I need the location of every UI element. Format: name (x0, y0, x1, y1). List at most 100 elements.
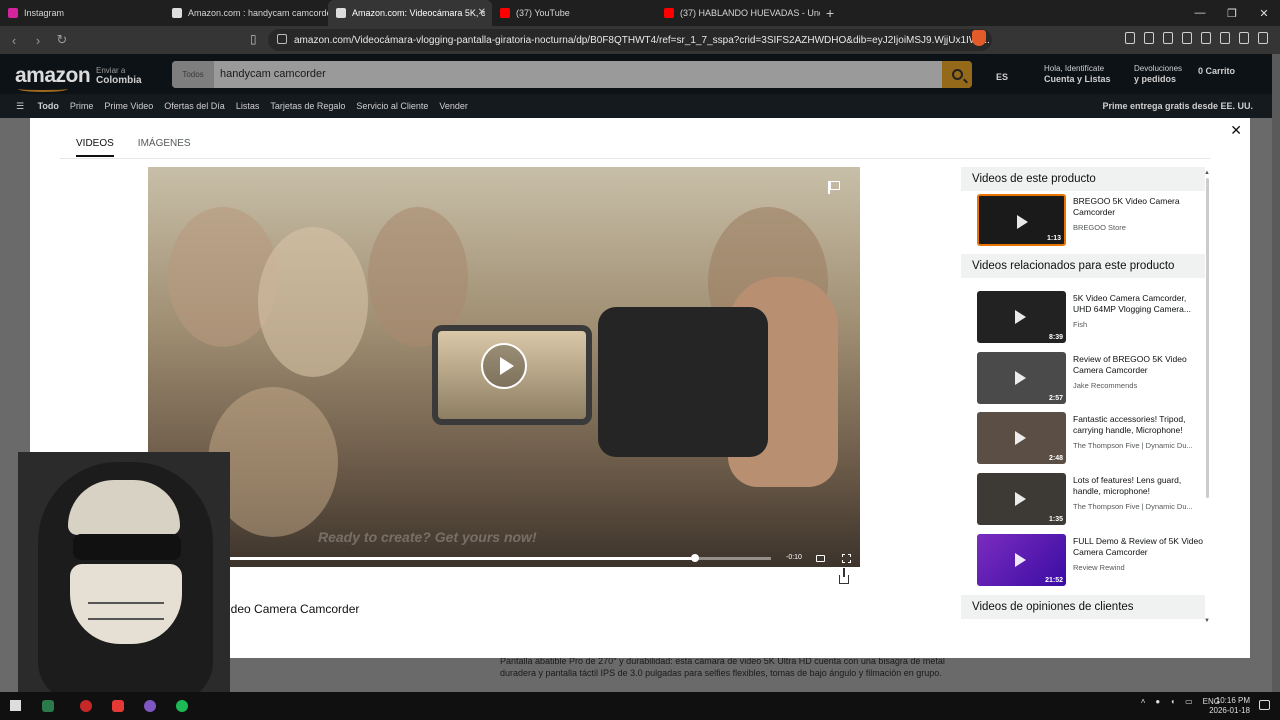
taskbar-app-icon[interactable] (42, 700, 54, 712)
webcam-overlay (18, 452, 230, 692)
back-icon[interactable]: ‹ (4, 30, 24, 50)
video-player[interactable]: Ready to create? Get yours now! -0:10 (148, 167, 860, 567)
tab-youtube-video[interactable]: (37) HABLANDO HUEVADAS - Undé (656, 0, 820, 26)
scroll-up-icon[interactable]: ▲ (1204, 170, 1210, 176)
deliver-country: Colombia (96, 75, 142, 86)
video-list-item[interactable]: 8:39 5K Video Camera Camcorder, UHD 64MP… (977, 291, 1207, 343)
page-scrollbar[interactable] (1272, 54, 1280, 692)
amazon-smile-icon (18, 86, 68, 92)
microphone-icon[interactable]: ● (1155, 697, 1160, 706)
sidebar-icon[interactable] (1182, 32, 1192, 44)
progress-bar[interactable] (228, 554, 771, 562)
progress-handle[interactable] (690, 554, 699, 562)
taskbar-app-icon[interactable] (80, 700, 92, 712)
video-item-title: 5K Video Camera Camcorder, UHD 64MP Vlog… (1073, 293, 1191, 314)
video-item-source: BREGOO Store (1073, 223, 1126, 232)
panel-scrollbar[interactable] (1206, 178, 1209, 498)
brave-shields-icon[interactable] (972, 30, 986, 46)
forward-icon[interactable]: › (28, 30, 48, 50)
new-tab-button[interactable]: + (826, 5, 834, 21)
nav-promo[interactable]: Prime entrega gratis desde EE. UU. (1102, 101, 1253, 111)
tray-chevron-icon[interactable]: ˄ (1141, 697, 1146, 706)
close-window-icon[interactable]: ✕ (1248, 0, 1280, 26)
site-info-icon[interactable] (277, 34, 287, 44)
play-icon (1015, 553, 1026, 567)
menu-icon[interactable] (1258, 32, 1268, 44)
nav-all-menu[interactable]: ☰ Todo (16, 101, 59, 112)
tab-amazon-search[interactable]: Amazon.com : handycam camcorder (164, 0, 328, 26)
tab-instagram[interactable]: Instagram (0, 0, 164, 26)
nav-item[interactable]: Servicio al Cliente (356, 101, 428, 111)
play-icon (1015, 310, 1026, 324)
nav-item[interactable]: Tarjetas de Regalo (270, 101, 345, 111)
extension-icons (1125, 32, 1268, 44)
tab-youtube[interactable]: (37) YouTube (492, 0, 656, 26)
video-item-title: Review of BREGOO 5K Video Camera Camcord… (1073, 354, 1187, 375)
tab-images[interactable]: IMÁGENES (138, 138, 191, 157)
search-category-select[interactable]: Todos (172, 61, 214, 88)
deliver-to[interactable]: Enviar a Colombia (96, 66, 142, 86)
video-item-source: The Thompson Five | Dynamic Du... (1073, 502, 1193, 511)
scroll-down-icon[interactable]: ▼ (1204, 618, 1210, 624)
windows-start-icon[interactable] (10, 700, 21, 711)
video-item-source: Fish (1073, 320, 1088, 329)
video-list-item[interactable]: 21:52 FULL Demo & Review of 5K Video Cam… (977, 534, 1207, 586)
tab-videos[interactable]: VIDEOS (76, 138, 114, 157)
search-button[interactable] (942, 61, 972, 88)
returns-label: Devoluciones (1134, 64, 1183, 73)
tab-close-icon[interactable]: ✕ (478, 7, 486, 18)
notification-icon[interactable] (1259, 700, 1270, 710)
volume-icon[interactable]: ◖ (1170, 697, 1175, 706)
account-menu[interactable]: Hola, Identifícate Cuenta y Listas (1044, 64, 1111, 85)
leo-icon[interactable] (1220, 32, 1230, 44)
report-flag-icon[interactable] (828, 181, 840, 194)
returns-orders[interactable]: Devoluciones y pedidos (1134, 64, 1182, 85)
video-list-item[interactable]: 1:35 Lots of features! Lens guard, handl… (977, 473, 1207, 525)
video-duration: 2:57 (1048, 395, 1063, 402)
amazon-nav: ☰ Todo Prime Prime Video Ofertas del Día… (0, 94, 1280, 118)
amazon-logo[interactable]: amazon (15, 64, 91, 88)
extension-icon[interactable] (1125, 32, 1135, 44)
video-thumbnail: 1:35 (977, 473, 1066, 525)
extension-icon[interactable] (1144, 32, 1154, 44)
divider (60, 158, 1210, 159)
vpn-icon[interactable] (1239, 32, 1249, 44)
language-selector[interactable]: ES (996, 72, 1008, 83)
taskbar-app-icon[interactable] (112, 700, 124, 712)
url-field[interactable]: amazon.com/Videocámara-vlogging-pantalla… (268, 29, 992, 51)
amazon-favicon-icon (172, 8, 182, 18)
restore-icon[interactable]: ❐ (1216, 0, 1248, 26)
section-customer-review-videos: Videos de opiniones de clientes (961, 595, 1205, 619)
taskbar-app-icon[interactable] (176, 700, 188, 712)
taskbar-clock[interactable]: 10:16 PM 2026-01-18 (1209, 696, 1250, 716)
media-icon[interactable] (1163, 32, 1173, 44)
nav-item[interactable]: Vender (439, 101, 468, 111)
tab-amazon-product[interactable]: Amazon.com: Videocámara 5K, c ✕ (328, 0, 492, 26)
network-icon[interactable]: ▭ (1185, 697, 1193, 706)
video-thumbnail: 8:39 (977, 291, 1066, 343)
captions-icon[interactable] (816, 555, 825, 562)
nav-item[interactable]: Ofertas del Día (164, 101, 225, 111)
nav-item[interactable]: Listas (236, 101, 260, 111)
close-icon[interactable]: ✕ (1230, 122, 1242, 139)
play-icon (1015, 431, 1026, 445)
taskbar-app-icon[interactable] (144, 700, 156, 712)
bookmark-icon[interactable]: ▯ (250, 32, 257, 46)
cart-button[interactable]: 0 Carrito (1198, 66, 1235, 76)
video-list-panel: Videos de este producto 1:13 BREGOO 5K V… (961, 167, 1211, 627)
nav-item[interactable]: Prime (70, 101, 94, 111)
video-duration: 21:52 (1045, 577, 1063, 584)
play-icon (1015, 371, 1026, 385)
fullscreen-icon[interactable] (842, 554, 851, 563)
reload-icon[interactable]: ↻ (52, 30, 72, 50)
wallet-icon[interactable] (1201, 32, 1211, 44)
video-list-item[interactable]: 2:48 Fantastic accessories! Tripod, carr… (977, 412, 1207, 464)
video-list-item[interactable]: 1:13 BREGOO 5K Video Camera Camcorder BRE… (977, 194, 1207, 246)
video-list-item[interactable]: 2:57 Review of BREGOO 5K Video Camera Ca… (977, 352, 1207, 404)
minimize-icon[interactable]: — (1184, 0, 1216, 26)
play-icon[interactable] (481, 343, 527, 389)
nav-item[interactable]: Prime Video (104, 101, 153, 111)
search-input[interactable]: handycam camcorder (220, 68, 326, 80)
share-icon[interactable] (839, 568, 849, 584)
camcorder-image (428, 277, 838, 487)
